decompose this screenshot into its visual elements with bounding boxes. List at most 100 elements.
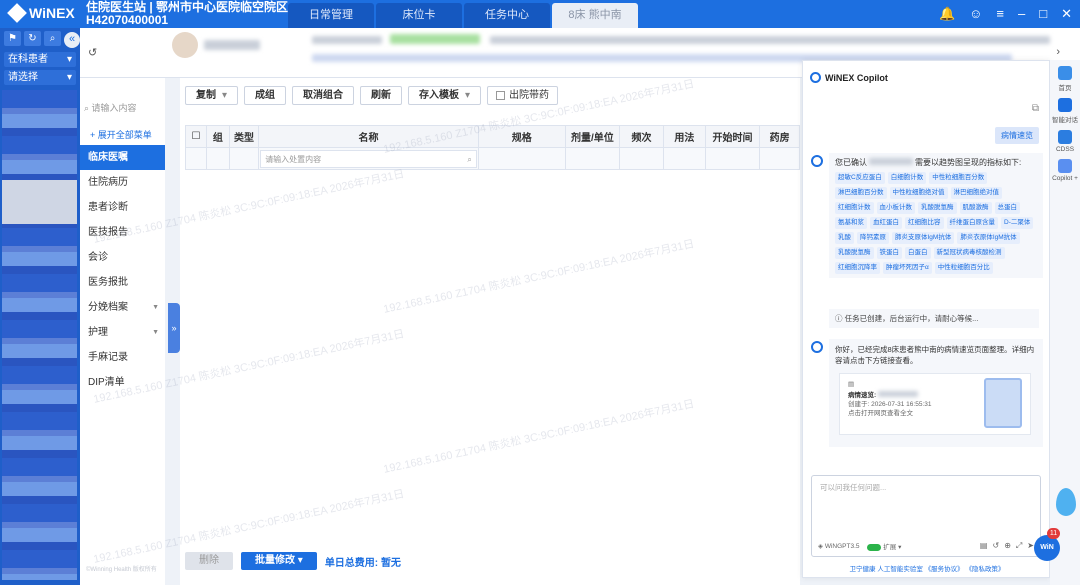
indicator-chip[interactable]: 白蛋白 <box>905 247 931 259</box>
copilot-input-box[interactable]: 可以问我任何问题... ◈ WiNGPT3.5 扩展 ▾ ▤ ↺ ⊕ ⤢ ➤ <box>811 475 1041 557</box>
menu-item-diagnosis[interactable]: 患者诊断 <box>80 195 165 220</box>
input-actions: ▤ ↺ ⊕ ⤢ ➤ <box>980 541 1034 551</box>
tab-task-center[interactable]: 任务中心 <box>464 3 550 28</box>
pin-icon[interactable]: ⚑ <box>4 31 21 46</box>
user-icon[interactable]: ☺ <box>969 6 982 22</box>
scroll-right-icon[interactable]: › <box>1056 46 1060 58</box>
indicator-chip[interactable]: 新型冠状病毒核酸检测 <box>933 247 1005 259</box>
patient-cards[interactable] <box>2 90 77 580</box>
group-button[interactable]: 成组 <box>244 86 287 105</box>
name-filter-input[interactable]: 请输入处置内容 ⌕ <box>260 149 477 168</box>
user-message: 病情速览 <box>995 127 1039 144</box>
indicator-chip[interactable]: 肌酸激酶 <box>959 202 992 214</box>
menu-item-inpatient-records[interactable]: 住院病历 <box>80 170 165 195</box>
refresh-button[interactable]: 刷新 <box>360 86 403 105</box>
expand-all-menu[interactable]: + 展开全部菜单 <box>80 128 165 141</box>
menu-item-approval[interactable]: 医务报批 <box>80 270 165 295</box>
expand-panel-icon[interactable]: » <box>168 303 180 353</box>
indicator-chip[interactable]: 红细胞计数 <box>835 202 874 214</box>
col-frequency: 频次 <box>619 125 664 148</box>
menu-search-input[interactable]: ⌕ 请输入内容 <box>84 100 161 116</box>
indicator-chip[interactable]: 红细胞比容 <box>905 217 944 229</box>
menu-item-nursing[interactable]: 护理 ▼ <box>80 320 165 345</box>
save-template-button[interactable]: 存入模板 ▾ <box>408 86 482 105</box>
filter-cell <box>228 147 260 170</box>
window-controls: 🔔 ☺ ≡ – □ ✕ <box>939 6 1072 22</box>
menu-item-delivery-records[interactable]: 分娩档案 ▼ <box>80 295 165 320</box>
indicator-chip[interactable]: 铁蛋白 <box>876 247 902 259</box>
expand-toggle-label: 扩展 <box>883 544 897 551</box>
patient-name-redacted <box>204 40 260 50</box>
assistant-button[interactable]: WiN <box>1034 535 1060 561</box>
minimize-icon[interactable]: – <box>1018 6 1025 22</box>
search-icon[interactable]: ⌕ <box>44 31 61 46</box>
indicator-chip[interactable]: 总蛋白 <box>994 202 1020 214</box>
rail-home-label: 首页 <box>1058 85 1072 92</box>
rail-cdss[interactable]: CDSS <box>1050 130 1080 153</box>
back-icon[interactable]: ↺ <box>88 46 97 59</box>
menu-item-clinical-orders[interactable]: 临床医嘱 <box>80 145 165 170</box>
patient-select[interactable]: 请选择 <box>4 70 76 85</box>
indicator-chip[interactable]: 淋巴细胞百分数 <box>835 187 887 199</box>
indicator-chip[interactable]: 血红蛋白 <box>870 217 902 229</box>
batch-edit-button[interactable]: 批量修改 ▾ <box>241 552 317 570</box>
ungroup-button[interactable]: 取消组合 <box>292 86 355 105</box>
model-selector[interactable]: ◈ WiNGPT3.5 <box>818 542 859 550</box>
copy-icon[interactable]: ⧉ <box>1032 103 1039 114</box>
indicator-chip[interactable]: 乳酸 <box>835 232 854 244</box>
bell-icon[interactable]: 🔔 <box>939 6 955 22</box>
overview-link-card[interactable]: ▤ 病情速览: 创建于: 2026-07-31 16:55:31 点击打开网页查… <box>839 373 1031 435</box>
fullscreen-icon[interactable]: ⤢ <box>1016 541 1022 551</box>
rail-home[interactable]: 首页 <box>1050 66 1080 92</box>
copy-button[interactable]: 复制 ▾ <box>185 86 239 105</box>
indicator-chip[interactable]: 中性粒细胞绝对值 <box>889 187 948 199</box>
rail-copilot-plus[interactable]: Copilot + <box>1050 159 1080 182</box>
indicator-chip[interactable]: 白细胞计数 <box>887 172 927 184</box>
indicator-chip[interactable]: 乳酸脱氢酶 <box>835 247 874 259</box>
indicator-chip[interactable]: 肿瘤坏死因子α <box>883 262 932 274</box>
indicator-chip[interactable]: 超敏C反应蛋白 <box>835 172 885 184</box>
refresh-icon[interactable]: ↻ <box>24 31 41 46</box>
indicator-chip[interactable]: 红细胞沉降率 <box>835 262 880 274</box>
indicator-chip[interactable]: 降钙素原 <box>857 232 889 244</box>
history-icon[interactable]: ↺ <box>992 541 999 551</box>
expand-toggle[interactable]: 扩展 ▾ <box>867 541 901 551</box>
indicator-chip[interactable]: 乳酸脱氢酶 <box>918 202 957 214</box>
col-start-time: 开始时间 <box>704 125 761 148</box>
indicator-chip[interactable]: 淋巴细胞绝对值 <box>950 187 1002 199</box>
tab-daily-management[interactable]: 日常管理 <box>288 3 374 28</box>
tab-current-patient[interactable]: 8床 熊中南 <box>552 3 638 28</box>
assistant-drop-icon[interactable] <box>1056 488 1076 516</box>
send-icon[interactable]: ➤ <box>1027 541 1034 551</box>
col-spec: 规格 <box>477 125 566 148</box>
tab-bed-card[interactable]: 床位卡 <box>376 3 462 28</box>
col-pharmacy: 药房 <box>759 125 800 148</box>
list-icon[interactable]: ▤ <box>980 541 988 551</box>
menu-item-dip[interactable]: DIP清单 <box>80 370 165 395</box>
indicator-chip[interactable]: 中性粒细胞百分比 <box>934 262 993 274</box>
indicator-chip[interactable]: 纤维蛋白原含量 <box>946 217 998 229</box>
menu-icon[interactable]: ≡ <box>996 6 1004 22</box>
indicator-chip[interactable]: 肺炎支原体IgM抗体 <box>892 232 955 244</box>
selected-patient-card[interactable] <box>2 180 77 224</box>
menu-item-nursing-label: 护理 <box>88 327 108 338</box>
menu-item-consultation[interactable]: 会诊 <box>80 245 165 270</box>
top-tabs: 日常管理 床位卡 任务中心 8床 熊中南 <box>288 3 638 28</box>
rail-chat[interactable]: 智能对话 <box>1050 98 1080 124</box>
discharge-meds-checkbox[interactable]: 出院带药 <box>487 86 559 105</box>
indicator-chip[interactable]: 氨基和浆 <box>835 217 867 229</box>
menu-item-lab-reports[interactable]: 医技报告 <box>80 220 165 245</box>
close-icon[interactable]: ✕ <box>1061 6 1072 22</box>
delete-button[interactable]: 删除 <box>185 552 233 570</box>
indicator-chip[interactable]: D-二聚体 <box>1001 217 1034 229</box>
col-group: 组 <box>205 125 230 148</box>
patient-filter-select[interactable]: 在科患者 <box>4 52 76 67</box>
indicator-chip[interactable]: 血小板计数 <box>876 202 915 214</box>
select-all-checkbox[interactable]: ☐ <box>185 125 207 148</box>
menu-item-anesthesia[interactable]: 手麻记录 <box>80 345 165 370</box>
indicator-chip[interactable]: 肺炎衣原体IgM抗体 <box>957 232 1020 244</box>
add-icon[interactable]: ⊕ <box>1004 541 1011 551</box>
indicator-chip[interactable]: 中性粒细胞百分数 <box>929 172 988 184</box>
maximize-icon[interactable]: □ <box>1039 6 1047 22</box>
collapse-left-icon[interactable]: « <box>64 32 80 48</box>
